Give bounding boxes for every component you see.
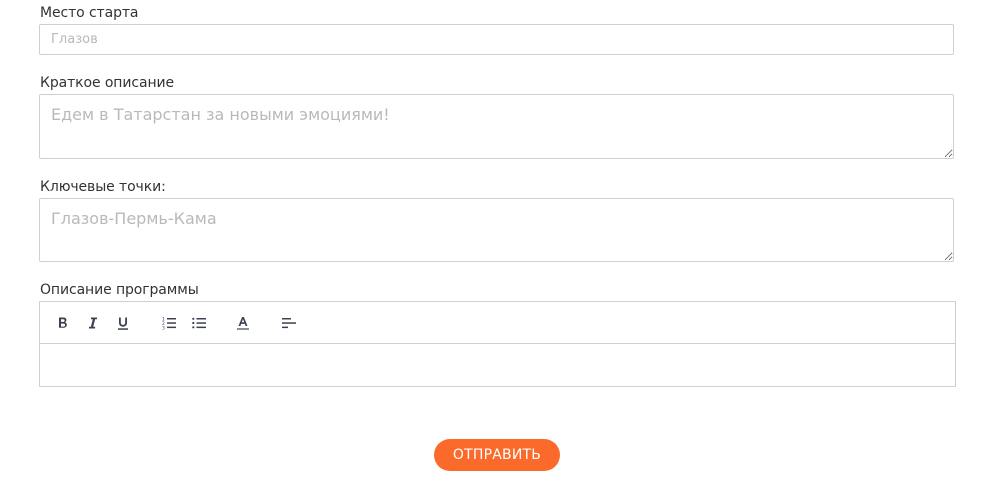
- bullet-list-button[interactable]: [190, 314, 208, 332]
- align-left-icon: [282, 318, 296, 329]
- underline-button[interactable]: [114, 314, 132, 332]
- key-points-label: Ключевые точки:: [40, 179, 166, 195]
- italic-icon: [89, 317, 97, 329]
- align-button[interactable]: [280, 314, 298, 332]
- key-points-textarea[interactable]: [39, 198, 954, 262]
- ordered-list-button[interactable]: 1 2 3: [160, 314, 178, 332]
- italic-button[interactable]: [84, 314, 102, 332]
- program-description-content[interactable]: [40, 344, 955, 387]
- bold-icon: [59, 317, 67, 328]
- submit-button[interactable]: ОТПРАВИТЬ: [434, 439, 560, 471]
- short-description-textarea[interactable]: [39, 94, 954, 159]
- start-place-input[interactable]: [39, 24, 954, 55]
- program-description-editor: 1 2 3: [39, 301, 956, 387]
- svg-text:3: 3: [162, 326, 165, 331]
- bullet-list-icon: [192, 317, 206, 329]
- underline-icon: [118, 317, 128, 330]
- start-place-label: Место старта: [40, 5, 139, 21]
- text-color-icon: [237, 316, 249, 330]
- text-color-button[interactable]: [234, 314, 252, 332]
- bold-button[interactable]: [54, 314, 72, 332]
- editor-toolbar: 1 2 3: [40, 302, 955, 344]
- tour-form: Место старта Краткое описание Ключевые т…: [0, 0, 1002, 489]
- short-description-label: Краткое описание: [40, 75, 175, 91]
- ordered-list-icon: 1 2 3: [162, 317, 176, 331]
- program-description-label: Описание программы: [40, 282, 199, 298]
